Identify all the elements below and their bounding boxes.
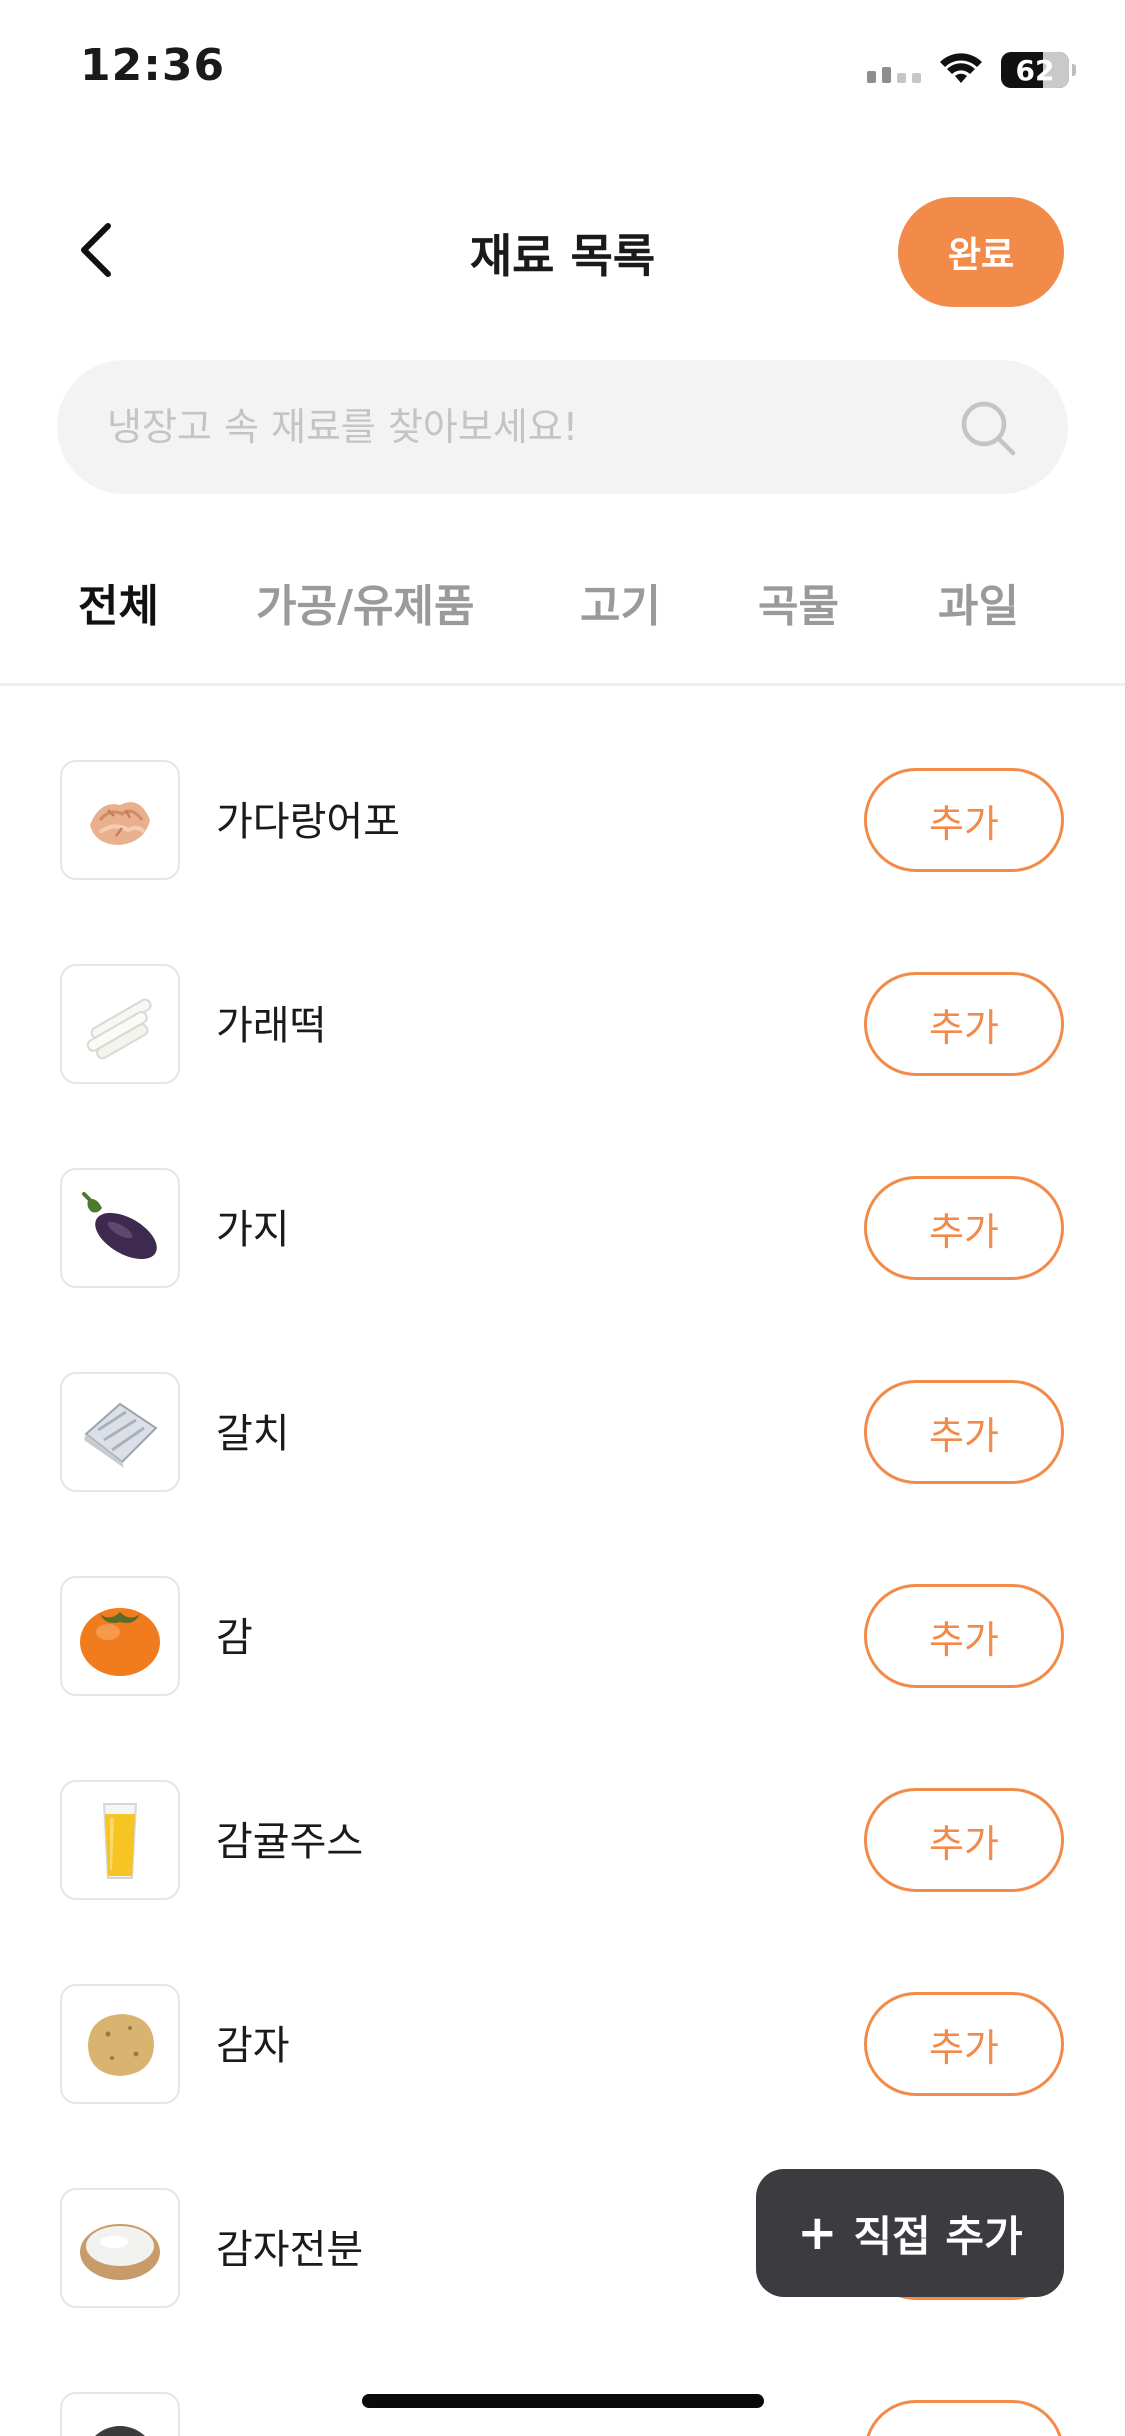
item-name: 가다랑어포: [216, 799, 400, 845]
add-button[interactable]: 추가: [864, 972, 1064, 1076]
item-name: 감: [216, 1615, 253, 1661]
item-name: 갈치: [216, 1411, 290, 1457]
add-button[interactable]: 추가: [864, 1992, 1064, 2096]
hairtail-fish-icon: [60, 1372, 180, 1492]
tab-all[interactable]: 전체: [78, 570, 159, 634]
tab-processed-dairy[interactable]: 가공/유제품: [256, 570, 474, 634]
rice-cake-icon: [60, 964, 180, 1084]
tab-grain[interactable]: 곡물: [758, 570, 839, 634]
add-button[interactable]: 추가: [864, 2400, 1064, 2436]
cellular-signal-icon: [867, 57, 921, 83]
item-name: 감자전분: [216, 2227, 364, 2273]
list-item: 추가: [0, 2318, 1125, 2436]
potato-starch-icon: [60, 2188, 180, 2308]
add-button[interactable]: 추가: [864, 1584, 1064, 1688]
status-bar: 12:36 62: [0, 0, 1125, 140]
battery-level: 62: [1015, 53, 1055, 87]
eggplant-icon: [60, 1168, 180, 1288]
list-item: 감 추가: [0, 1502, 1125, 1706]
tab-fruit[interactable]: 과일: [938, 570, 1019, 634]
partial-item-icon: [60, 2392, 180, 2436]
wifi-icon: [940, 53, 982, 83]
item-name: 감자: [216, 2023, 290, 2069]
search-input[interactable]: [107, 405, 967, 449]
tab-meat[interactable]: 고기: [580, 570, 661, 634]
add-button[interactable]: 추가: [864, 1380, 1064, 1484]
battery-icon: 62: [1001, 52, 1076, 88]
list-item: 감귤주스 추가: [0, 1706, 1125, 1910]
done-button[interactable]: 완료: [898, 197, 1064, 307]
persimmon-icon: [60, 1576, 180, 1696]
status-icons: 62: [867, 48, 1076, 92]
list-item: 가지 추가: [0, 1094, 1125, 1298]
search-bar[interactable]: [57, 360, 1068, 494]
plus-icon: +: [797, 2205, 838, 2261]
app-screen: 12:36 62 재료 목록 완료 냉장고 속 재료를 찾아보세요! 전체 가공…: [0, 0, 1125, 2436]
list-item: 가래떡 추가: [0, 890, 1125, 1094]
potato-icon: [60, 1984, 180, 2104]
item-name: 감귤주스: [216, 1819, 364, 1865]
list-item: 감자 추가: [0, 1910, 1125, 2114]
home-indicator: [362, 2394, 764, 2408]
list-item: 갈치 추가: [0, 1298, 1125, 1502]
item-name: 가래떡: [216, 1003, 327, 1049]
orange-juice-icon: [60, 1780, 180, 1900]
header: 재료 목록 완료: [0, 190, 1125, 310]
item-name: 가지: [216, 1207, 290, 1253]
add-button[interactable]: 추가: [864, 1176, 1064, 1280]
bonito-flakes-icon: [60, 760, 180, 880]
category-tabs: 전체 가공/유제품 고기 곡물 과일: [0, 560, 1125, 690]
search-icon[interactable]: [958, 398, 1018, 458]
direct-add-button[interactable]: + 직접 추가: [756, 2169, 1064, 2297]
direct-add-label: 직접 추가: [853, 2211, 1023, 2261]
status-time: 12:36: [80, 40, 226, 91]
add-button[interactable]: 추가: [864, 768, 1064, 872]
add-button[interactable]: 추가: [864, 1788, 1064, 1892]
list-item: 가다랑어포 추가: [0, 686, 1125, 890]
